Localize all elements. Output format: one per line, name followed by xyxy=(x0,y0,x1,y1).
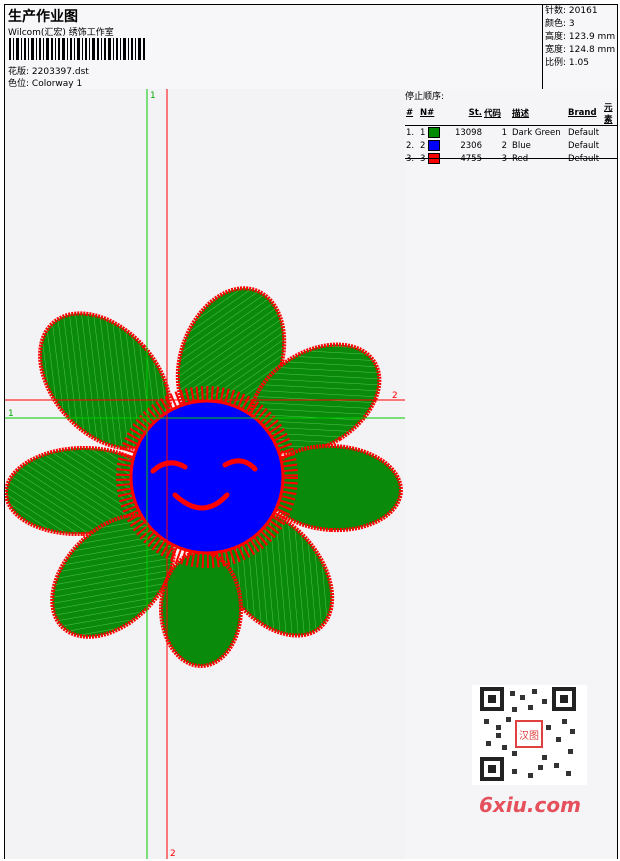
face-center xyxy=(129,399,285,555)
green-guide-label-top: 1 xyxy=(150,91,156,101)
color-swatch xyxy=(428,140,441,151)
col-st: St. xyxy=(451,101,483,126)
page-title: 生产作业图 xyxy=(8,9,78,25)
col-num: # xyxy=(405,101,419,126)
col-element: 元素 xyxy=(603,101,617,126)
col-brand: Brand xyxy=(567,101,603,126)
table-row: 2. 2 2306 2 Blue Default xyxy=(406,140,600,151)
stop-table-header: # N# St. 代码 描述 Brand 元素 xyxy=(405,101,617,126)
colorway-row: 色位: Colorway 1 xyxy=(8,76,82,89)
design-stats: 针数: 20161 颜色: 3 高度: 123.9 mm 宽度: 124.8 m… xyxy=(542,5,617,89)
stitches-stat: 针数: 20161 xyxy=(545,6,598,16)
height-stat: 高度: 123.9 mm xyxy=(545,32,616,42)
colors-stat: 颜色: 3 xyxy=(545,19,575,29)
color-swatch xyxy=(428,127,441,138)
colorway-name: Colorway 1 xyxy=(31,79,83,89)
width-stat: 宽度: 124.8 mm xyxy=(545,45,616,55)
production-sheet: 生产作业图 Wilcom(汇宏) 绣饰工作室 花版: 2203397.dst 色… xyxy=(4,4,618,859)
stop-sequence-table: # N# St. 代码 描述 Brand 元素 1. 1 13098 1 Dar… xyxy=(405,101,617,165)
col-code: 代码 xyxy=(483,101,511,126)
barcode xyxy=(9,38,145,60)
red-guide-label-bottom: 2 xyxy=(170,849,176,859)
qr-code-watermark: 汉图 xyxy=(472,685,587,785)
red-guide-label-right: 2 xyxy=(392,391,398,401)
colorway-label: 色位: xyxy=(8,79,30,89)
watermark-text: 6xiu.com xyxy=(479,793,581,817)
scale-stat: 比例: 1.05 xyxy=(545,58,589,68)
table-row: 1. 1 13098 1 Dark Green Default xyxy=(406,127,600,138)
col-n: N# xyxy=(419,101,451,126)
green-guide-label-left: 1 xyxy=(8,409,14,419)
petal-bottom xyxy=(159,550,243,668)
col-desc: 描述 xyxy=(511,101,567,126)
embroidery-preview: 1 1 2 2 xyxy=(5,89,405,859)
header: 生产作业图 Wilcom(汇宏) 绣饰工作室 花版: 2203397.dst 色… xyxy=(5,5,617,90)
design-canvas: 1 1 2 2 xyxy=(5,89,406,859)
qr-seal-text: 汉图 xyxy=(519,730,539,742)
table-divider xyxy=(405,158,617,159)
studio-name: Wilcom(汇宏) 绣饰工作室 xyxy=(8,28,114,38)
